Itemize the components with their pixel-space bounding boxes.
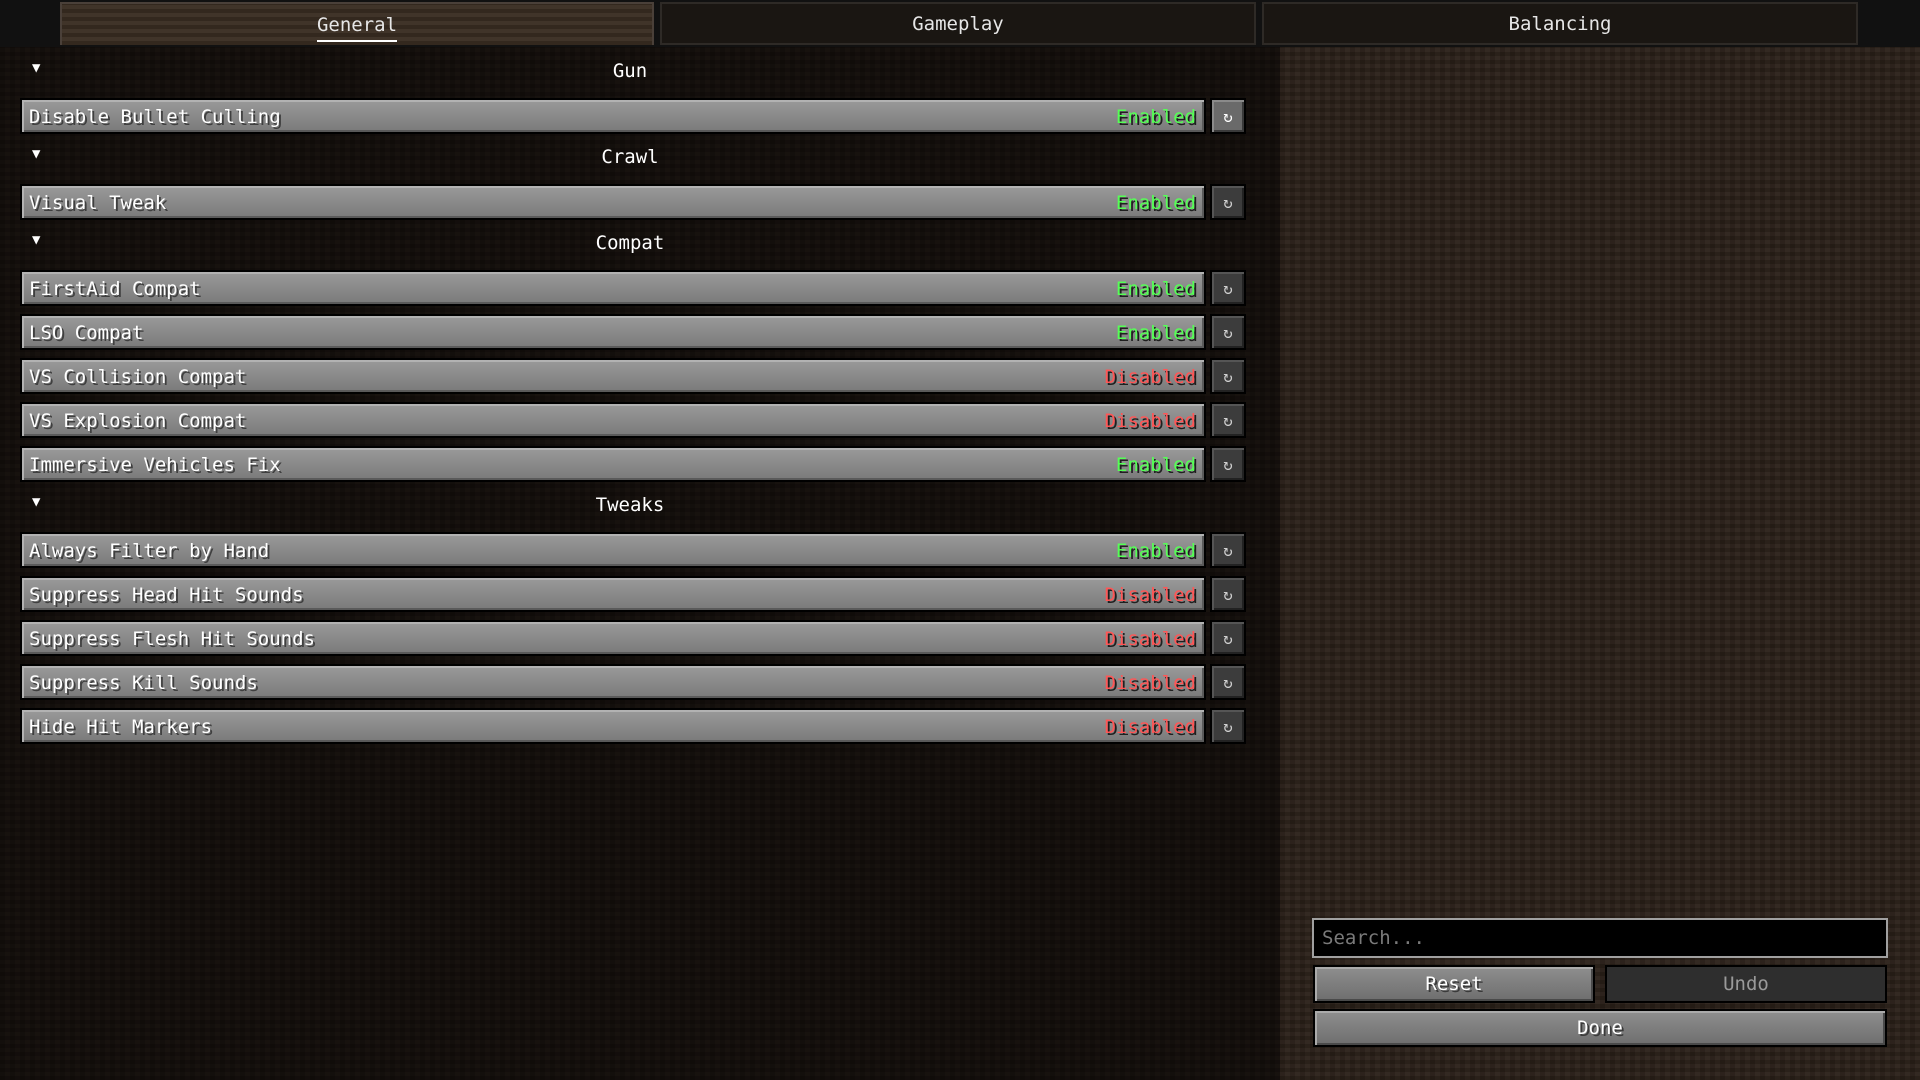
- option-firstaid-compat[interactable]: FirstAid Compat Enabled: [20, 270, 1206, 306]
- option-label: Hide Hit Markers: [29, 716, 213, 738]
- category-title: Gun: [612, 60, 648, 82]
- reset-icon[interactable]: ↻: [1210, 446, 1246, 482]
- option-hide-hit-markers[interactable]: Hide Hit Markers Disabled: [20, 708, 1206, 744]
- reset-icon[interactable]: ↻: [1210, 664, 1246, 700]
- option-label: Suppress Head Hit Sounds: [29, 584, 304, 606]
- option-label: LSO Compat: [29, 322, 144, 344]
- reset-icon[interactable]: ↻: [1210, 620, 1246, 656]
- reset-icon[interactable]: ↻: [1210, 402, 1246, 438]
- option-always-filter-by-hand[interactable]: Always Filter by Hand Enabled: [20, 532, 1206, 568]
- reset-icon[interactable]: ↻: [1210, 532, 1246, 568]
- category-title: Crawl: [601, 146, 659, 168]
- reset-icon[interactable]: ↻: [1210, 98, 1246, 134]
- tab-general[interactable]: General: [60, 2, 654, 45]
- option-label: VS Explosion Compat: [29, 410, 247, 432]
- tab-balancing-label: Balancing: [1508, 12, 1612, 35]
- option-value: Disabled: [1104, 366, 1196, 388]
- undo-button[interactable]: Undo: [1605, 965, 1887, 1003]
- option-vs-collision-compat[interactable]: VS Collision Compat Disabled: [20, 358, 1206, 394]
- reset-button[interactable]: Reset: [1313, 965, 1595, 1003]
- option-value: Disabled: [1104, 628, 1196, 650]
- tab-gameplay[interactable]: Gameplay: [660, 2, 1256, 45]
- option-suppress-kill-sounds[interactable]: Suppress Kill Sounds Disabled: [20, 664, 1206, 700]
- tab-bar: General Gameplay Balancing: [0, 0, 1920, 47]
- option-disable-bullet-culling[interactable]: Disable Bullet Culling Enabled: [20, 98, 1206, 134]
- option-lso-compat[interactable]: LSO Compat Enabled: [20, 314, 1206, 350]
- category-crawl[interactable]: ▼ Crawl: [20, 144, 1240, 174]
- option-value: Enabled: [1115, 278, 1196, 300]
- reset-icon[interactable]: ↻: [1210, 576, 1246, 612]
- option-label: Suppress Flesh Hit Sounds: [29, 628, 315, 650]
- reset-icon[interactable]: ↻: [1210, 708, 1246, 744]
- done-button[interactable]: Done: [1313, 1009, 1887, 1047]
- option-value: Enabled: [1115, 322, 1196, 344]
- category-tweaks[interactable]: ▼ Tweaks: [20, 492, 1240, 522]
- category-title: Compat: [595, 232, 665, 254]
- option-label: Suppress Kill Sounds: [29, 672, 258, 694]
- option-value: Enabled: [1115, 454, 1196, 476]
- option-value: Enabled: [1115, 192, 1196, 214]
- option-label: Always Filter by Hand: [29, 540, 270, 562]
- search-input[interactable]: [1312, 918, 1888, 958]
- tab-balancing[interactable]: Balancing: [1262, 2, 1858, 45]
- option-label: FirstAid Compat: [29, 278, 201, 300]
- tab-general-label: General: [316, 13, 398, 42]
- option-value: Disabled: [1104, 584, 1196, 606]
- option-value: Disabled: [1104, 672, 1196, 694]
- reset-icon[interactable]: ↻: [1210, 184, 1246, 220]
- reset-icon[interactable]: ↻: [1210, 270, 1246, 306]
- option-suppress-head-hit-sounds[interactable]: Suppress Head Hit Sounds Disabled: [20, 576, 1206, 612]
- option-value: Disabled: [1104, 716, 1196, 738]
- option-label: Visual Tweak: [29, 192, 167, 214]
- tab-gameplay-label: Gameplay: [912, 12, 1004, 35]
- option-suppress-flesh-hit-sounds[interactable]: Suppress Flesh Hit Sounds Disabled: [20, 620, 1206, 656]
- option-label: Immersive Vehicles Fix: [29, 454, 281, 476]
- option-label: VS Collision Compat: [29, 366, 247, 388]
- option-value: Disabled: [1104, 410, 1196, 432]
- category-title: Tweaks: [595, 494, 665, 516]
- option-immersive-vehicles-fix[interactable]: Immersive Vehicles Fix Enabled: [20, 446, 1206, 482]
- category-gun[interactable]: ▼ Gun: [20, 58, 1240, 88]
- option-value: Enabled: [1115, 106, 1196, 128]
- config-screen: General Gameplay Balancing ▼ Gun Disable…: [0, 0, 1920, 1080]
- option-visual-tweak[interactable]: Visual Tweak Enabled: [20, 184, 1206, 220]
- option-vs-explosion-compat[interactable]: VS Explosion Compat Disabled: [20, 402, 1206, 438]
- reset-icon[interactable]: ↻: [1210, 358, 1246, 394]
- reset-icon[interactable]: ↻: [1210, 314, 1246, 350]
- option-value: Enabled: [1115, 540, 1196, 562]
- option-label: Disable Bullet Culling: [29, 106, 281, 128]
- category-compat[interactable]: ▼ Compat: [20, 230, 1240, 260]
